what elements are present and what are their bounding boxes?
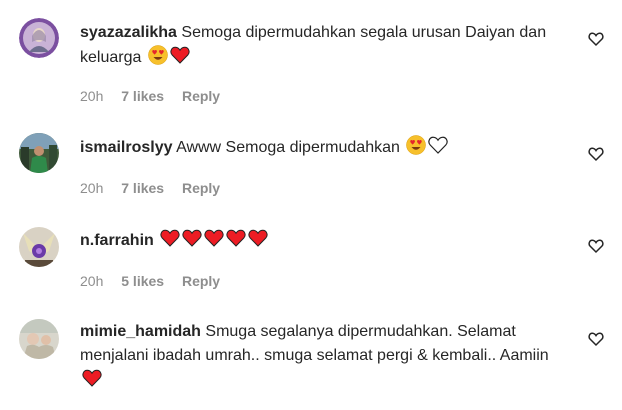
white-heart-emoji-icon — [428, 135, 448, 155]
comment-time[interactable]: 20h — [80, 273, 103, 289]
comment-body: mimie_hamidah Smuga segalanya dipermudah… — [80, 320, 570, 393]
comment-body: n.farrahin — [80, 228, 570, 253]
comment-time[interactable]: 20h — [80, 88, 103, 104]
red-heart-emoji-icon — [226, 228, 246, 248]
comment-body: ismailroslyy Awww Semoga dipermudahkan — [80, 135, 570, 160]
like-heart-icon[interactable] — [588, 146, 604, 162]
red-heart-emoji-icon — [182, 228, 202, 248]
like-heart-icon[interactable] — [588, 331, 604, 347]
heart-eyes-emoji-icon — [148, 45, 168, 65]
reply-button[interactable]: Reply — [182, 88, 220, 104]
heart-eyes-emoji-icon — [406, 135, 427, 155]
comment-username[interactable]: ismailroslyy — [80, 139, 173, 156]
avatar[interactable] — [19, 18, 59, 58]
red-heart-emoji-icon — [248, 228, 268, 248]
comment-meta: 20h 7 likes Reply — [80, 179, 234, 197]
avatar[interactable] — [19, 319, 59, 359]
red-heart-emoji-icon — [204, 228, 224, 248]
comment-meta: 20h 7 likes Reply — [80, 87, 234, 105]
comment-likes[interactable]: 5 likes — [121, 273, 164, 289]
comment-time[interactable]: 20h — [80, 180, 103, 196]
comment-likes[interactable]: 7 likes — [121, 88, 164, 104]
comment-username[interactable]: mimie_hamidah — [80, 323, 201, 340]
avatar[interactable] — [19, 227, 59, 267]
reply-button[interactable]: Reply — [182, 180, 220, 196]
comment-username[interactable]: n.farrahin — [80, 232, 154, 249]
comment-body: syazazalikha Semoga dipermudahkan segala… — [80, 21, 570, 70]
comment-text: Awww Semoga dipermudahkan — [176, 139, 400, 156]
red-heart-emoji-icon — [160, 228, 180, 248]
red-heart-emoji-icon — [82, 368, 102, 388]
like-heart-icon[interactable] — [588, 31, 604, 47]
comment-meta: 20h 5 likes Reply — [80, 272, 234, 290]
comment-username[interactable]: syazazalikha — [80, 24, 177, 41]
like-heart-icon[interactable] — [588, 238, 604, 254]
avatar[interactable] — [19, 133, 59, 173]
reply-button[interactable]: Reply — [182, 273, 220, 289]
red-heart-emoji-icon — [170, 45, 190, 65]
comment-likes[interactable]: 7 likes — [121, 180, 164, 196]
